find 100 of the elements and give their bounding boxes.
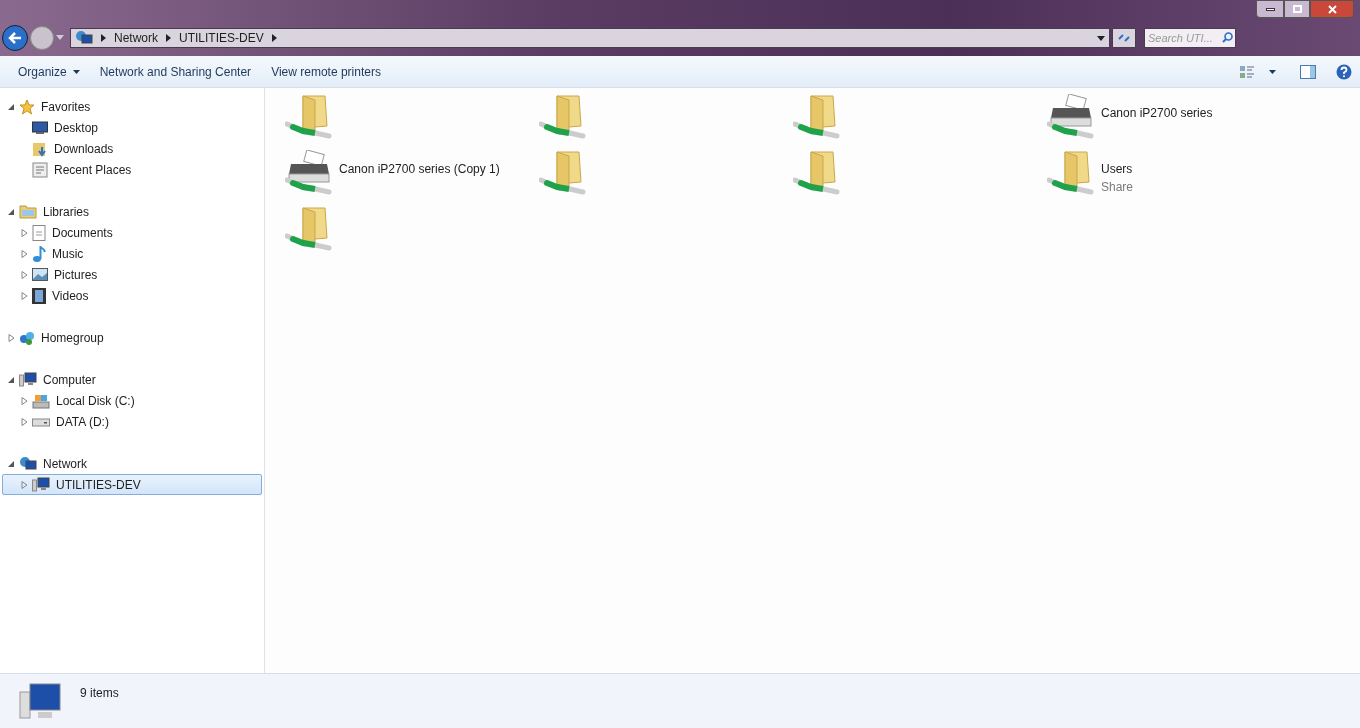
music-note-icon [32,245,46,262]
homegroup-icon [19,329,35,346]
computer-icon [18,682,64,722]
item-name: Users [1101,161,1134,178]
nav-item[interactable]: Libraries [2,201,262,222]
item-name: Canon iP2700 series (Copy 1) [339,161,500,178]
nav-item[interactable]: Homegroup [2,327,262,348]
nav-item[interactable]: DATA (D:) [2,411,262,432]
film-icon [32,287,46,304]
expand-arrow-icon[interactable] [21,249,28,258]
expand-arrow-icon[interactable] [21,291,28,300]
nav-label: Desktop [54,119,99,137]
shared-folder-icon [285,206,333,252]
drive-icon [32,416,50,427]
nav-item[interactable]: Documents [2,222,262,243]
folder-download-icon [32,140,48,157]
nav-item[interactable]: Local Disk (C:) [2,390,262,411]
nav-label: Local Disk (C:) [56,392,135,410]
toolbar-button[interactable]: Network and Sharing Center [89,59,262,84]
nav-item[interactable]: Videos [2,285,262,306]
breadcrumb[interactable]: Network [114,29,158,47]
nav-label: Recent Places [54,161,132,179]
back-button[interactable] [2,25,28,51]
picture-icon [32,268,48,281]
dropdown-arrow-icon[interactable] [1269,69,1276,74]
nav-item[interactable]: Music [2,243,262,264]
collapse-arrow-icon[interactable] [8,375,15,384]
nav-item[interactable]: Favorites [2,96,262,117]
nav-item[interactable]: Pictures [2,264,262,285]
view-options-icon[interactable] [1239,64,1255,79]
expand-arrow-icon[interactable] [8,333,15,342]
search-field[interactable]: Search UTI... [1144,28,1236,48]
nav-label: DATA (D:) [56,413,109,431]
shared-folder-icon [793,94,841,140]
shared-folder-icon [539,94,587,140]
expand-arrow-icon[interactable] [21,228,28,237]
nav-item[interactable]: Downloads [2,138,262,159]
search-icon [1222,32,1233,43]
expand-arrow-icon[interactable] [21,396,28,405]
close-icon [1327,4,1337,14]
nav-label: Libraries [43,203,90,221]
network-printer-icon [1047,94,1095,140]
nav-item[interactable]: UTILITIES-DEV [2,474,262,495]
document-icon [32,224,46,241]
collapse-arrow-icon[interactable] [8,459,15,468]
status-text: 9 items [80,685,119,702]
library-folder-icon [19,204,37,219]
monitor-icon [32,120,48,135]
preview-pane-icon[interactable] [1300,64,1316,79]
collapse-arrow-icon[interactable] [8,102,15,111]
toolbar-button[interactable]: View remote printers [261,59,391,84]
history-dropdown-icon[interactable] [56,35,64,41]
nav-label: Computer [43,371,96,389]
network-icon [19,455,37,472]
dropdown-arrow-icon [72,69,80,74]
expand-arrow-icon[interactable] [21,417,28,426]
computer-icon [19,372,37,387]
nav-label: Videos [52,287,89,305]
recent-places-icon [32,161,48,178]
collapse-arrow-icon[interactable] [8,207,15,216]
nav-item[interactable]: Desktop [2,117,262,138]
nav-label: Network [43,455,87,473]
nav-label: Homegroup [41,329,104,347]
nav-label: UTILITIES-DEV [56,476,141,494]
nav-label: Favorites [41,98,91,116]
printer-item[interactable]: Canon iP2700 series [1047,94,1301,150]
maximize-button[interactable] [1284,0,1310,18]
drive-icon [32,392,50,409]
shared-folder-icon [285,94,333,140]
shared-folder-item[interactable]: Users Share [1047,150,1301,206]
help-icon[interactable] [1336,63,1352,80]
nav-label: Pictures [54,266,98,284]
back-arrow-icon [8,32,22,44]
breadcrumb-arrow-icon[interactable] [166,34,171,42]
dropdown-arrow-icon[interactable] [1097,35,1105,41]
nav-item[interactable]: Network [2,453,262,474]
refresh-icon [1117,33,1131,43]
nav-item[interactable]: Recent Places [2,159,262,180]
refresh-button[interactable] [1112,28,1136,48]
address-bar[interactable]: Network UTILITIES-DEV [70,28,1110,48]
item-name: Canon iP2700 series [1101,105,1213,122]
nav-item[interactable]: Computer [2,369,262,390]
nav-label: Documents [52,224,113,242]
breadcrumb[interactable]: UTILITIES-DEV [179,29,264,47]
breadcrumb-arrow-icon[interactable] [101,34,106,42]
expand-arrow-icon[interactable] [21,270,28,279]
toolbar-button[interactable]: Organize [8,59,90,84]
shared-folder-icon [1047,150,1095,196]
shared-folder-icon [793,150,841,196]
expand-arrow-icon[interactable] [21,480,28,489]
minimize-button[interactable] [1256,0,1284,18]
network-icon [75,30,93,46]
breadcrumb-arrow-icon[interactable] [271,34,277,42]
computer-icon [32,477,50,492]
close-button[interactable] [1310,0,1354,18]
item-type: Share [1101,179,1134,196]
shared-folder-icon [539,150,587,196]
nav-label: Downloads [54,140,114,158]
nav-label: Music [52,245,84,263]
printer-item[interactable]: Canon iP2700 series (Copy 1) [285,150,539,206]
